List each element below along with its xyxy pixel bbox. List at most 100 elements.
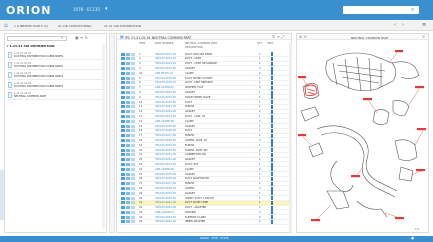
search-icon[interactable]: ⌕ (411, 6, 414, 14)
link-icon[interactable] (126, 201, 130, 205)
view-icon[interactable] (121, 138, 125, 142)
menu-icon[interactable]: ≡ (422, 22, 426, 28)
link-icon[interactable] (126, 158, 130, 162)
row-actions[interactable] (121, 76, 137, 80)
add-to-cart-icon[interactable] (271, 52, 273, 57)
row-actions[interactable] (121, 138, 137, 142)
view-icon[interactable] (121, 119, 125, 123)
row-actions[interactable] (121, 220, 137, 224)
row-actions[interactable] (121, 177, 137, 181)
add-to-cart-icon[interactable] (271, 172, 273, 177)
view-icon[interactable] (121, 66, 125, 70)
cell-part-number[interactable]: 350A25-0032-00 (155, 158, 176, 161)
info-icon[interactable] (131, 143, 135, 147)
cell-part-number[interactable]: 350A25-0036-00 (155, 177, 176, 180)
view-icon[interactable] (121, 81, 125, 85)
info-icon[interactable] (131, 81, 135, 85)
cell-part-number[interactable]: 350A25-0041-00 (155, 201, 176, 204)
view-icon[interactable] (121, 215, 125, 219)
info-icon[interactable] (131, 220, 135, 224)
cell-part-number[interactable]: 350A25-0030-00 (155, 149, 176, 152)
zoom-toolbar[interactable]: ⊕ ⊖ (299, 34, 307, 39)
info-icon[interactable] (131, 71, 135, 75)
add-to-cart-icon[interactable] (271, 148, 273, 153)
link-icon[interactable] (126, 210, 130, 214)
view-icon[interactable] (121, 172, 125, 176)
cell-part-number[interactable]: 350A25-0042-00 (155, 206, 176, 209)
add-to-cart-icon[interactable] (271, 205, 273, 210)
cell-part-number[interactable]: 350A25-0026-00 (155, 129, 176, 132)
add-to-cart-icon[interactable] (271, 176, 273, 181)
add-to-cart-icon[interactable] (271, 167, 273, 172)
view-icon[interactable] (121, 110, 125, 114)
link-icon[interactable] (126, 66, 130, 70)
row-actions[interactable] (121, 201, 137, 205)
row-actions[interactable] (121, 119, 137, 123)
view-icon[interactable] (121, 143, 125, 147)
info-icon[interactable] (131, 177, 135, 181)
cell-part-number[interactable]: 350A25-0020-00 (155, 101, 176, 104)
add-to-cart-icon[interactable] (271, 152, 273, 157)
search-icon[interactable]: ⌕ (61, 35, 63, 40)
exploded-parts-diagram[interactable] (297, 41, 428, 227)
link-icon[interactable] (126, 129, 130, 133)
add-to-cart-icon[interactable] (271, 162, 273, 167)
link-icon[interactable] (126, 196, 130, 200)
view-icon[interactable] (121, 167, 125, 171)
row-actions[interactable] (121, 191, 137, 195)
view-icon[interactable] (121, 177, 125, 181)
add-to-cart-icon[interactable] (271, 220, 273, 225)
info-icon[interactable] (131, 210, 135, 214)
view-icon[interactable] (121, 158, 125, 162)
link-icon[interactable] (126, 124, 130, 128)
row-actions[interactable] (121, 71, 137, 75)
cell-part-number[interactable]: 350A25-0011-00 (155, 53, 176, 56)
add-to-cart-icon[interactable] (271, 181, 273, 186)
info-icon[interactable] (131, 52, 135, 56)
add-to-cart-icon[interactable] (271, 215, 273, 220)
cell-part-number[interactable]: 350A25-0016-01 (155, 81, 176, 84)
info-icon[interactable] (131, 66, 135, 70)
add-to-cart-icon[interactable] (271, 90, 273, 95)
view-icon[interactable] (121, 201, 125, 205)
row-actions[interactable] (121, 81, 137, 85)
link-icon[interactable] (126, 81, 130, 85)
add-to-cart-icon[interactable] (271, 104, 273, 109)
cell-part-number[interactable]: ASN-A2089C06 (155, 168, 174, 171)
link-icon[interactable] (126, 100, 130, 104)
cell-part-number[interactable]: 350A25-0021-00 (155, 105, 176, 108)
link-icon[interactable] (126, 177, 130, 181)
view-icon[interactable] (121, 105, 125, 109)
link-icon[interactable] (126, 71, 130, 75)
link-icon[interactable] (126, 95, 130, 99)
info-icon[interactable] (131, 153, 135, 157)
add-to-cart-icon[interactable] (271, 196, 273, 201)
cell-part-number[interactable]: 350A25-0037-00 (155, 182, 176, 185)
row-actions[interactable] (121, 57, 137, 61)
view-icon[interactable] (121, 220, 125, 224)
info-icon[interactable] (131, 201, 135, 205)
tree-item[interactable]: 1-21-21-01-03 DUCTING DISTRIBUTION CABIN… (7, 71, 104, 80)
info-icon[interactable] (131, 162, 135, 166)
add-to-cart-icon[interactable] (271, 56, 273, 61)
column-header-part-number[interactable]: PART NUMBER (155, 42, 174, 45)
info-icon[interactable] (131, 119, 135, 123)
add-to-cart-icon[interactable] (271, 138, 273, 143)
row-actions[interactable] (121, 162, 137, 166)
info-icon[interactable] (131, 196, 135, 200)
row-actions[interactable] (121, 62, 137, 66)
side-tab[interactable] (0, 170, 4, 220)
row-actions[interactable] (121, 100, 137, 104)
info-icon[interactable] (131, 62, 135, 66)
cell-part-number[interactable]: ASN-A1082L04 (155, 211, 174, 214)
cell-part-number[interactable]: ASN-A2088C06 (155, 120, 174, 123)
row-actions[interactable] (121, 182, 137, 186)
link-icon[interactable] (126, 206, 130, 210)
view-icon[interactable] (121, 196, 125, 200)
row-actions[interactable] (121, 86, 137, 90)
link-icon[interactable] (126, 172, 130, 176)
link-icon[interactable] (126, 119, 130, 123)
cell-part-number[interactable]: 350A25-0039-00 (155, 192, 176, 195)
row-actions[interactable] (121, 186, 137, 190)
info-icon[interactable] (131, 76, 135, 80)
